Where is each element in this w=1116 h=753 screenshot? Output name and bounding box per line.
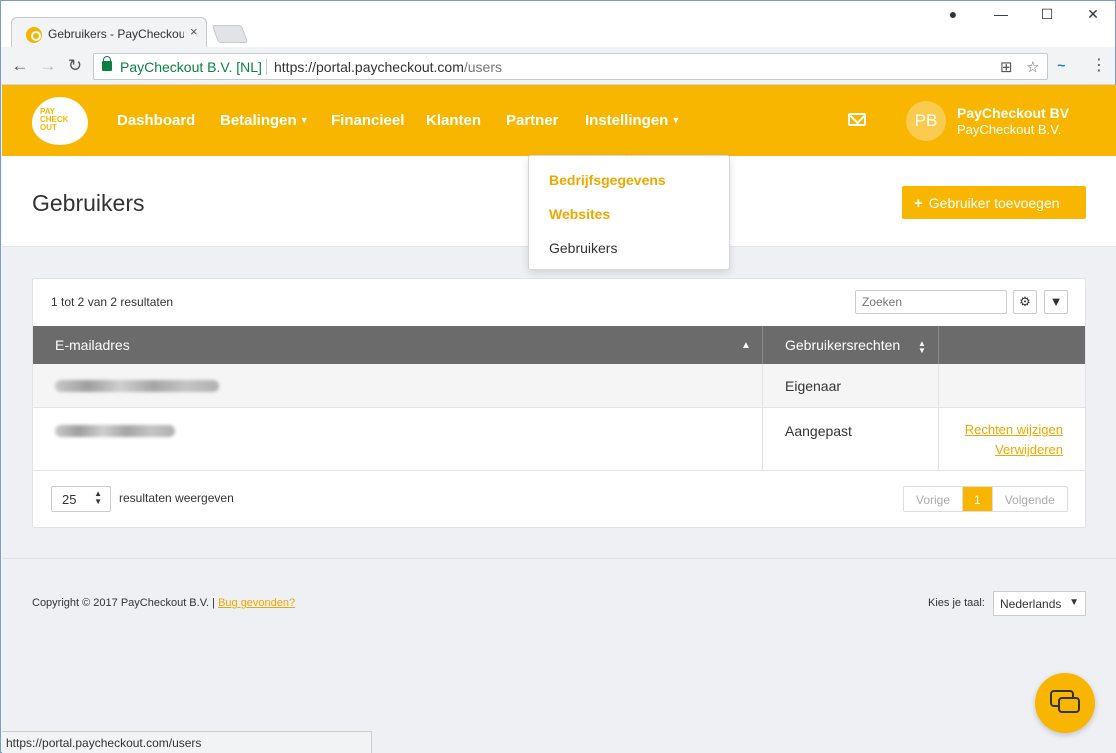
- language-select[interactable]: Nederlands ▼: [993, 591, 1086, 616]
- nav-instellingen[interactable]: Instellingen ▼: [585, 112, 680, 129]
- pagination: Vorige 1 Volgende: [903, 486, 1068, 512]
- result-count: 1 tot 2 van 2 resultaten: [51, 295, 174, 309]
- account-company[interactable]: PayCheckout B.V.: [957, 122, 1061, 137]
- email-redacted: [55, 425, 175, 437]
- dropdown-arrow-icon: ▼: [1069, 597, 1079, 608]
- filter-icon[interactable]: ▼: [1044, 290, 1068, 314]
- browser-toolbar: ← → ↻ PayCheckout B.V. [NL] https://port…: [1, 47, 1115, 85]
- dropdown-item-gebruikers[interactable]: Gebruikers: [549, 240, 617, 256]
- table-header: E-mailadres ▲ Gebruikersrechten ▲ ▼: [33, 326, 1085, 364]
- cell-divider: [762, 408, 763, 471]
- account-name[interactable]: PayCheckout BV: [957, 105, 1069, 121]
- close-window-button[interactable]: ✕: [1079, 6, 1107, 23]
- back-arrow-icon[interactable]: ←: [9, 56, 31, 76]
- page-viewport: PAY CHECK OUT Dashboard Betalingen ▼ Fina…: [2, 85, 1116, 753]
- address-bar[interactable]: PayCheckout B.V. [NL] https://portal.pay…: [93, 53, 1048, 80]
- plus-icon: +: [914, 195, 923, 212]
- users-table-card: 1 tot 2 van 2 resultaten ⚙ ▼ E-mailadres…: [32, 278, 1086, 528]
- delete-link[interactable]: Verwijderen: [995, 442, 1063, 457]
- chat-button[interactable]: [1035, 673, 1095, 733]
- header-divider: [938, 326, 939, 364]
- sort-asc-icon[interactable]: ▲: [741, 340, 751, 351]
- account-icon[interactable]: ●: [939, 6, 967, 22]
- omnibox-separator: [266, 59, 267, 75]
- page-size-value: 25: [62, 492, 77, 507]
- browser-tab[interactable]: Gebruikers - PayCheckout ×: [11, 17, 207, 47]
- star-icon[interactable]: ☆: [1026, 58, 1039, 76]
- new-tab-button[interactable]: [211, 25, 249, 43]
- logo-text-3: OUT: [40, 123, 57, 132]
- prev-page-button[interactable]: Vorige: [904, 487, 964, 511]
- menu-dots-icon[interactable]: ⋮: [1091, 55, 1107, 75]
- sort-icon[interactable]: ▲ ▼: [918, 340, 926, 355]
- reload-icon[interactable]: ↻: [64, 56, 86, 76]
- spinner-icon: ▲ ▼: [94, 489, 102, 506]
- instellingen-dropdown: Bedrijfsgegevens Websites Gebruikers: [528, 155, 730, 270]
- page-size-label: resultaten weergeven: [119, 491, 234, 505]
- nav-betalingen[interactable]: Betalingen ▼: [220, 112, 309, 129]
- nav-klanten[interactable]: Klanten: [426, 112, 481, 129]
- cell-divider: [938, 408, 939, 471]
- status-bar: https://portal.paycheckout.com/users: [2, 731, 372, 753]
- mail-icon[interactable]: [848, 113, 866, 126]
- maximize-button[interactable]: ☐: [1033, 6, 1061, 23]
- header-rights[interactable]: Gebruikersrechten: [785, 337, 900, 353]
- dropdown-item-bedrijfsgegevens[interactable]: Bedrijfsgegevens: [549, 172, 666, 188]
- translate-icon[interactable]: ⊞: [1000, 58, 1013, 76]
- header-email[interactable]: E-mailadres: [55, 337, 130, 353]
- header-divider: [762, 326, 763, 364]
- email-redacted: [55, 380, 219, 392]
- nav-financieel[interactable]: Financieel: [331, 112, 404, 129]
- title-bar: Gebruikers - PayCheckout × ● — ☐ ✕: [1, 1, 1115, 47]
- cell-divider: [938, 364, 939, 408]
- forward-arrow-icon[interactable]: →: [37, 56, 59, 76]
- page-title: Gebruikers: [32, 190, 145, 216]
- dropdown-item-websites[interactable]: Websites: [549, 206, 610, 222]
- extension-icon[interactable]: ~: [1057, 57, 1065, 73]
- search-input[interactable]: [855, 290, 1007, 314]
- add-user-button[interactable]: + Gebruiker toevoegen: [902, 186, 1086, 219]
- dropdown-pointer: [620, 149, 634, 156]
- footer: Copyright © 2017 PayCheckout B.V. | Bug …: [2, 558, 1116, 753]
- add-user-label: Gebruiker toevoegen: [928, 195, 1060, 211]
- chevron-down-icon: ▼: [299, 115, 309, 125]
- page-button-current[interactable]: 1: [963, 487, 993, 511]
- tab-title: Gebruikers - PayCheckout: [48, 27, 184, 41]
- url-text: https://portal.paycheckout.com/users: [274, 59, 502, 75]
- bug-report-link[interactable]: Bug gevonden?: [218, 597, 295, 609]
- avatar[interactable]: PB: [906, 101, 946, 141]
- browser-window: Gebruikers - PayCheckout × ● — ☐ ✕ ← → ↻…: [0, 0, 1116, 753]
- edit-rights-link[interactable]: Rechten wijzigen: [965, 422, 1063, 437]
- paycheckout-logo[interactable]: PAY CHECK OUT: [32, 97, 88, 145]
- row-rights: Eigenaar: [785, 378, 842, 394]
- minimize-button[interactable]: —: [987, 6, 1015, 22]
- next-page-button[interactable]: Volgende: [993, 487, 1067, 511]
- table-row: Aangepast Rechten wijzigen Verwijderen: [33, 408, 1085, 471]
- cell-divider: [762, 364, 763, 408]
- language-label: Kies je taal:: [928, 597, 985, 609]
- tab-close-icon[interactable]: ×: [190, 24, 198, 39]
- secure-label: PayCheckout B.V. [NL]: [120, 59, 262, 75]
- row-rights: Aangepast: [785, 423, 852, 439]
- nav-partner[interactable]: Partner: [506, 112, 559, 129]
- chat-icon-back: [1058, 697, 1080, 713]
- chevron-down-icon: ▼: [671, 115, 681, 125]
- lock-icon: [102, 56, 112, 71]
- favicon-icon: [26, 27, 42, 43]
- language-value: Nederlands: [1000, 597, 1062, 611]
- top-navigation: PAY CHECK OUT Dashboard Betalingen ▼ Fina…: [2, 85, 1116, 156]
- page-size-select[interactable]: 25 ▲ ▼: [51, 486, 111, 512]
- gear-icon[interactable]: ⚙: [1013, 290, 1037, 314]
- copyright: Copyright © 2017 PayCheckout B.V. | Bug …: [32, 597, 296, 609]
- table-row: Eigenaar: [33, 364, 1085, 408]
- nav-dashboard[interactable]: Dashboard: [117, 112, 195, 129]
